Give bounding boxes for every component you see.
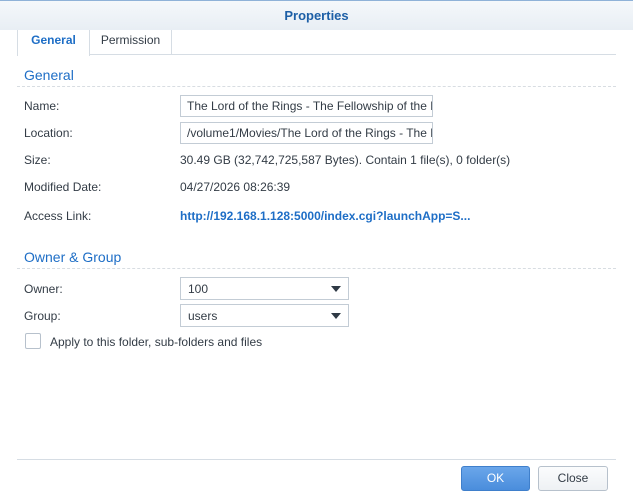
tab-general[interactable]: General xyxy=(17,30,90,56)
section-title-general: General xyxy=(24,67,74,83)
dialog-titlebar: Properties xyxy=(0,0,633,30)
tab-permission[interactable]: Permission xyxy=(90,30,172,55)
footer-divider xyxy=(17,459,616,460)
name-label: Name: xyxy=(24,99,60,113)
location-field[interactable]: /volume1/Movies/The Lord of the Rings - … xyxy=(180,122,433,144)
size-label: Size: xyxy=(24,153,51,167)
chevron-down-icon xyxy=(331,313,341,319)
dialog-title: Properties xyxy=(284,8,349,23)
location-label: Location: xyxy=(24,126,73,140)
section-title-owner-group: Owner & Group xyxy=(24,249,122,265)
section-divider xyxy=(17,86,616,87)
section-divider xyxy=(17,268,616,269)
close-button[interactable]: Close xyxy=(538,466,608,491)
modified-date-value: 04/27/2026 08:26:39 xyxy=(180,180,291,194)
owner-select-value: 100 xyxy=(188,282,209,296)
group-select-value: users xyxy=(188,309,218,323)
group-select[interactable]: users xyxy=(180,304,349,327)
access-link[interactable]: http://192.168.1.128:5000/index.cgi?laun… xyxy=(180,209,470,223)
size-value: 30.49 GB (32,742,725,587 Bytes). Contain… xyxy=(180,153,511,167)
owner-select[interactable]: 100 xyxy=(180,277,349,300)
tab-bar: General Permission xyxy=(17,30,616,56)
group-label: Group: xyxy=(24,309,61,323)
modified-date-label: Modified Date: xyxy=(24,180,102,194)
ok-button[interactable]: OK xyxy=(461,466,530,491)
chevron-down-icon xyxy=(331,286,341,292)
owner-label: Owner: xyxy=(24,282,63,296)
access-link-label: Access Link: xyxy=(24,209,92,223)
name-field[interactable]: The Lord of the Rings - The Fellowship o… xyxy=(180,95,433,117)
apply-recursive-label[interactable]: Apply to this folder, sub-folders and fi… xyxy=(50,335,262,349)
apply-recursive-checkbox[interactable] xyxy=(25,333,41,349)
